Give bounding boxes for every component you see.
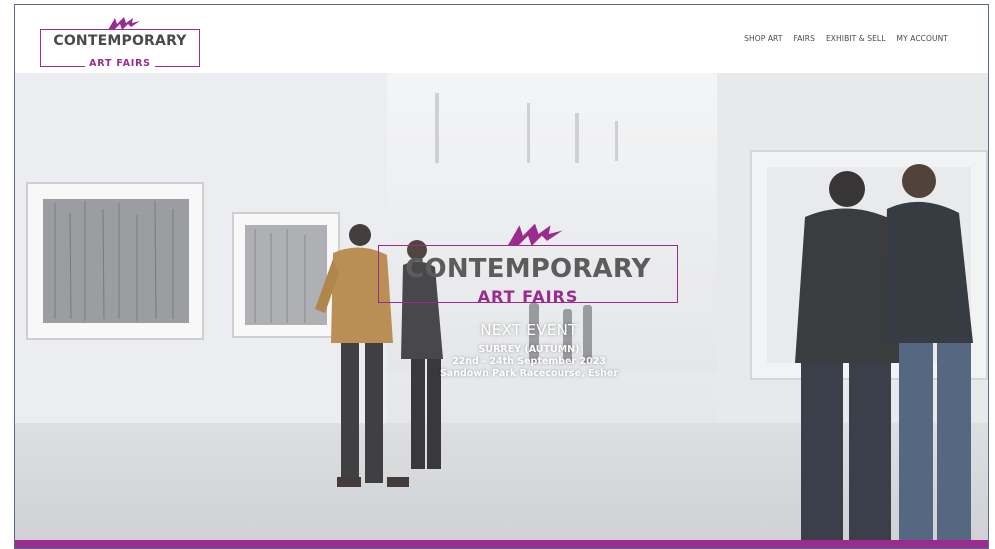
nav-exhibit-sell[interactable]: EXHIBIT & SELL: [826, 34, 886, 43]
hero-logo-subtitle: ART FAIRS: [477, 287, 579, 306]
logo-subtitle: ART FAIRS: [41, 52, 199, 69]
hero-logo-frame: CONTEMPORARY ART FAIRS: [378, 245, 678, 306]
hero-logo: CONTEMPORARY ART FAIRS: [378, 219, 680, 311]
nav-shop-art[interactable]: SHOP ART: [744, 34, 782, 43]
nav-fairs[interactable]: FAIRS: [794, 34, 815, 43]
event-dates: 22nd - 24th September 2023: [452, 356, 606, 367]
page-frame: CONTEMPORARY ART FAIRS SHOP ART FAIRS EX…: [14, 4, 989, 549]
logo-title: CONTEMPORARY: [53, 33, 187, 49]
logo-frame: CONTEMPORARY ART FAIRS: [40, 29, 200, 69]
brand-footer-bar: [15, 540, 988, 548]
event-name: SURREY (AUTUMN): [478, 344, 580, 355]
nav-my-account[interactable]: MY ACCOUNT: [897, 34, 949, 43]
main-nav: SHOP ART FAIRS EXHIBIT & SELL MY ACCOUNT: [744, 34, 948, 43]
next-event-heading: NEXT EVENT: [480, 321, 578, 339]
next-event-block[interactable]: NEXT EVENT SURREY (AUTUMN) 22nd - 24th S…: [378, 320, 680, 380]
site-logo[interactable]: CONTEMPORARY ART FAIRS: [40, 15, 202, 69]
hero-logo-title: CONTEMPORARY: [405, 254, 651, 284]
hero-banner: CONTEMPORARY ART FAIRS NEXT EVENT SURREY…: [15, 73, 988, 540]
site-header: CONTEMPORARY ART FAIRS SHOP ART FAIRS EX…: [15, 5, 988, 73]
event-venue: Sandown Park Racecourse, Esher: [439, 368, 619, 379]
